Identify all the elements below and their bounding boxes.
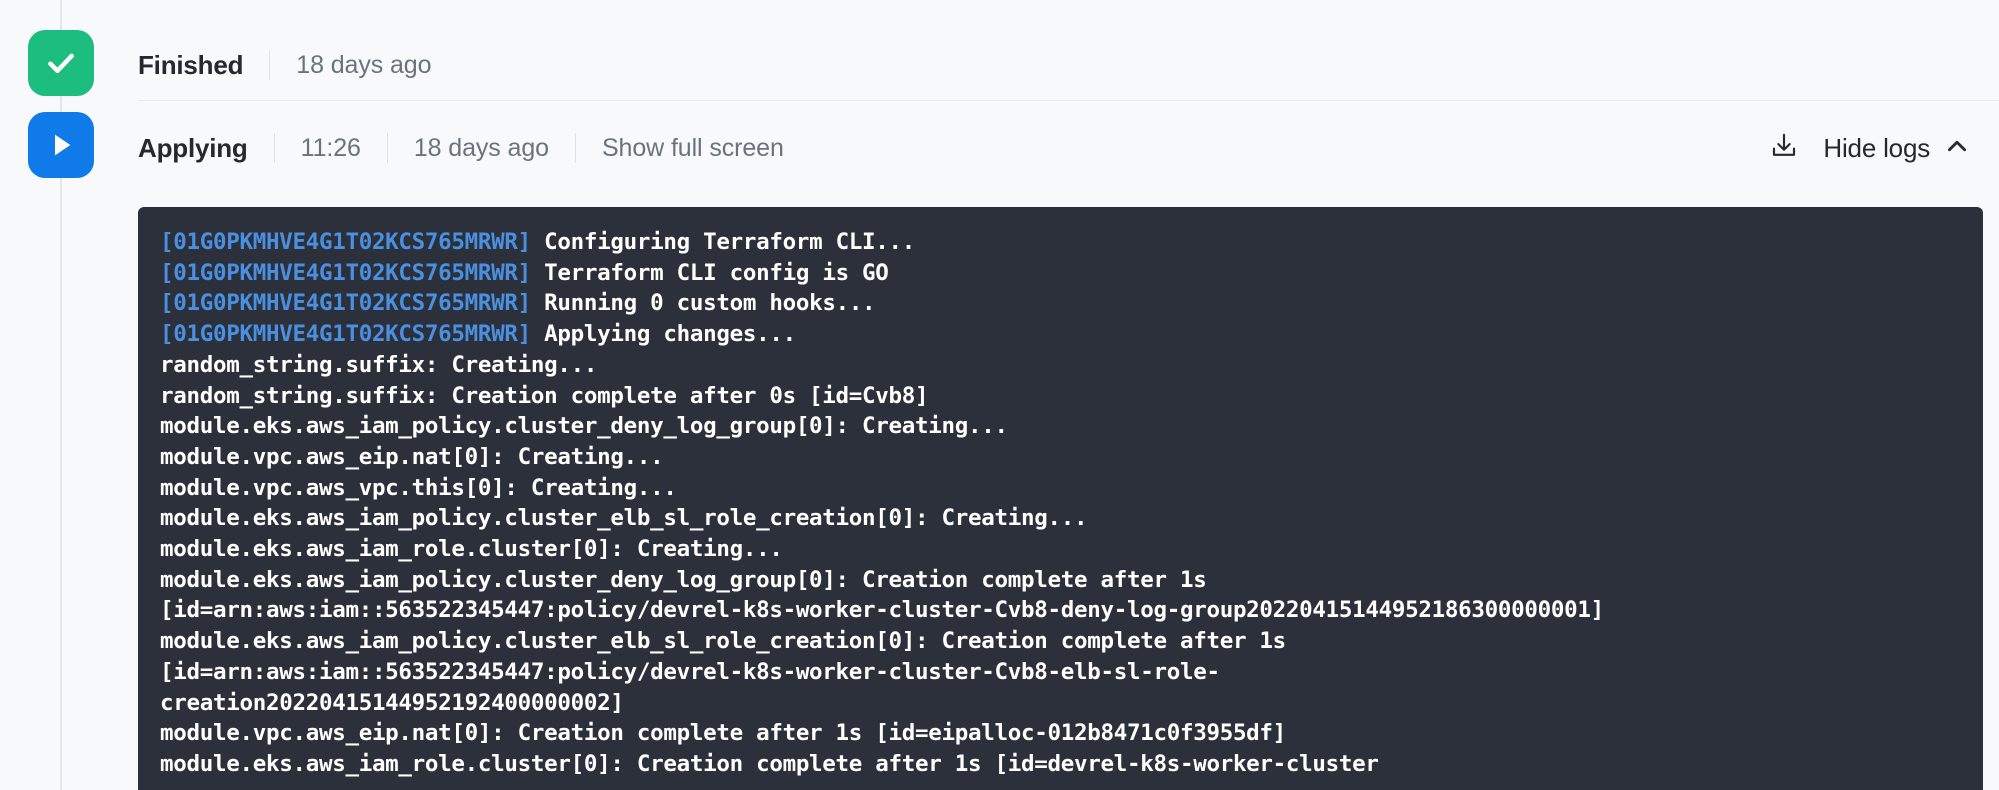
log-line-text: Configuring Terraform CLI...	[530, 229, 916, 255]
log-line-text: module.eks.aws_iam_policy.cluster_deny_l…	[160, 413, 1008, 440]
log-line: [01G0PKMHVE4G1T02KCS765MRWR] Applying ch…	[160, 319, 1961, 350]
log-line-text: Applying changes...	[530, 321, 796, 348]
log-line: module.eks.aws_iam_policy.cluster_elb_sl…	[160, 626, 1961, 657]
download-icon	[1769, 131, 1799, 166]
header-actions: Hide logs	[1767, 131, 1970, 165]
finished-row-header: Finished 18 days ago	[138, 45, 432, 85]
log-line: module.vpc.aws_eip.nat[0]: Creation comp…	[160, 718, 1961, 749]
log-line: module.eks.aws_iam_policy.cluster_deny_l…	[160, 411, 1961, 442]
run-timeline-page: Finished 18 days ago Applying 11:26 18 d…	[0, 0, 1999, 790]
hide-logs-label: Hide logs	[1823, 132, 1930, 163]
step-title-applying: Applying	[138, 132, 248, 163]
log-line: random_string.suffix: Creating...	[160, 350, 1961, 381]
log-line: module.eks.aws_iam_policy.cluster_deny_l…	[160, 565, 1961, 596]
hide-logs-button[interactable]: Hide logs	[1823, 133, 1970, 164]
log-line-text: Running 0 custom hooks...	[530, 290, 876, 317]
log-line-run-id: [01G0PKMHVE4G1T02KCS765MRWR]	[160, 229, 531, 255]
log-line-run-id: [01G0PKMHVE4G1T02KCS765MRWR]	[160, 259, 531, 286]
status-icon-applying	[28, 112, 94, 178]
meta-divider	[273, 133, 275, 163]
log-line: module.eks.aws_iam_role.cluster[0]: Crea…	[160, 749, 1961, 780]
log-line: [id=arn:aws:iam::563522345447:policy/dev…	[160, 595, 1961, 626]
show-full-screen-link[interactable]: Show full screen	[602, 134, 784, 163]
chevron-up-icon	[1944, 133, 1970, 164]
log-line: module.eks.aws_iam_policy.cluster_elb_sl…	[160, 503, 1961, 534]
row-divider	[138, 100, 1999, 101]
log-line-text: module.vpc.aws_vpc.this[0]: Creating...	[160, 474, 677, 501]
log-line-text: module.eks.aws_iam_role.cluster[0]: Crea…	[160, 536, 783, 563]
status-icon-finished	[28, 30, 94, 96]
log-line-text: creation20220415144952192400000002]	[160, 689, 624, 716]
log-output-panel[interactable]: [01G0PKMHVE4G1T02KCS765MRWR] Configuring…	[138, 207, 1983, 790]
log-line: creation20220415144952192400000002]	[160, 688, 1961, 719]
meta-divider	[269, 50, 271, 80]
applying-relative-time: 18 days ago	[413, 133, 549, 162]
meta-divider	[574, 133, 576, 163]
log-line-text: [id=arn:aws:iam::563522345447:policy/dev…	[160, 658, 1220, 685]
finished-relative-time: 18 days ago	[296, 50, 432, 79]
check-icon	[44, 46, 78, 80]
log-line-text: module.eks.aws_iam_role.cluster[0]: Crea…	[160, 750, 1379, 777]
log-lines-container: [01G0PKMHVE4G1T02KCS765MRWR] Configuring…	[138, 227, 1983, 780]
log-line: module.eks.aws_iam_role.cluster[0]: Crea…	[160, 534, 1961, 565]
play-icon	[45, 129, 77, 161]
log-line-text: random_string.suffix: Creation complete …	[160, 382, 929, 409]
log-line: [01G0PKMHVE4G1T02KCS765MRWR] Terraform C…	[160, 258, 1961, 289]
download-logs-button[interactable]	[1767, 131, 1801, 165]
log-line-text: module.vpc.aws_eip.nat[0]: Creation comp…	[160, 720, 1286, 747]
log-line: random_string.suffix: Creation complete …	[160, 381, 1961, 412]
log-line-run-id: [01G0PKMHVE4G1T02KCS765MRWR]	[160, 290, 531, 317]
log-line: [01G0PKMHVE4G1T02KCS765MRWR] Running 0 c…	[160, 288, 1961, 319]
log-line-text: Terraform CLI config is GO	[530, 259, 889, 286]
meta-divider	[386, 133, 388, 163]
applying-time: 11:26	[300, 133, 361, 162]
log-line-text: module.vpc.aws_eip.nat[0]: Creating...	[160, 443, 664, 470]
log-line-run-id: [01G0PKMHVE4G1T02KCS765MRWR]	[160, 321, 531, 348]
log-line-text: module.eks.aws_iam_policy.cluster_deny_l…	[160, 566, 1207, 593]
step-title-finished: Finished	[138, 49, 244, 80]
log-line-text: [id=arn:aws:iam::563522345447:policy/dev…	[160, 597, 1604, 624]
applying-row-header: Applying 11:26 18 days ago Show full scr…	[138, 128, 1970, 168]
log-line-text: random_string.suffix: Creating...	[160, 351, 598, 378]
log-line-text: module.eks.aws_iam_policy.cluster_elb_sl…	[160, 628, 1286, 655]
log-line: [id=arn:aws:iam::563522345447:policy/dev…	[160, 657, 1961, 688]
log-line: [01G0PKMHVE4G1T02KCS765MRWR] Configuring…	[160, 227, 1961, 258]
log-line-text: module.eks.aws_iam_policy.cluster_elb_sl…	[160, 505, 1088, 532]
log-line: module.vpc.aws_eip.nat[0]: Creating...	[160, 442, 1961, 473]
log-line: module.vpc.aws_vpc.this[0]: Creating...	[160, 473, 1961, 504]
